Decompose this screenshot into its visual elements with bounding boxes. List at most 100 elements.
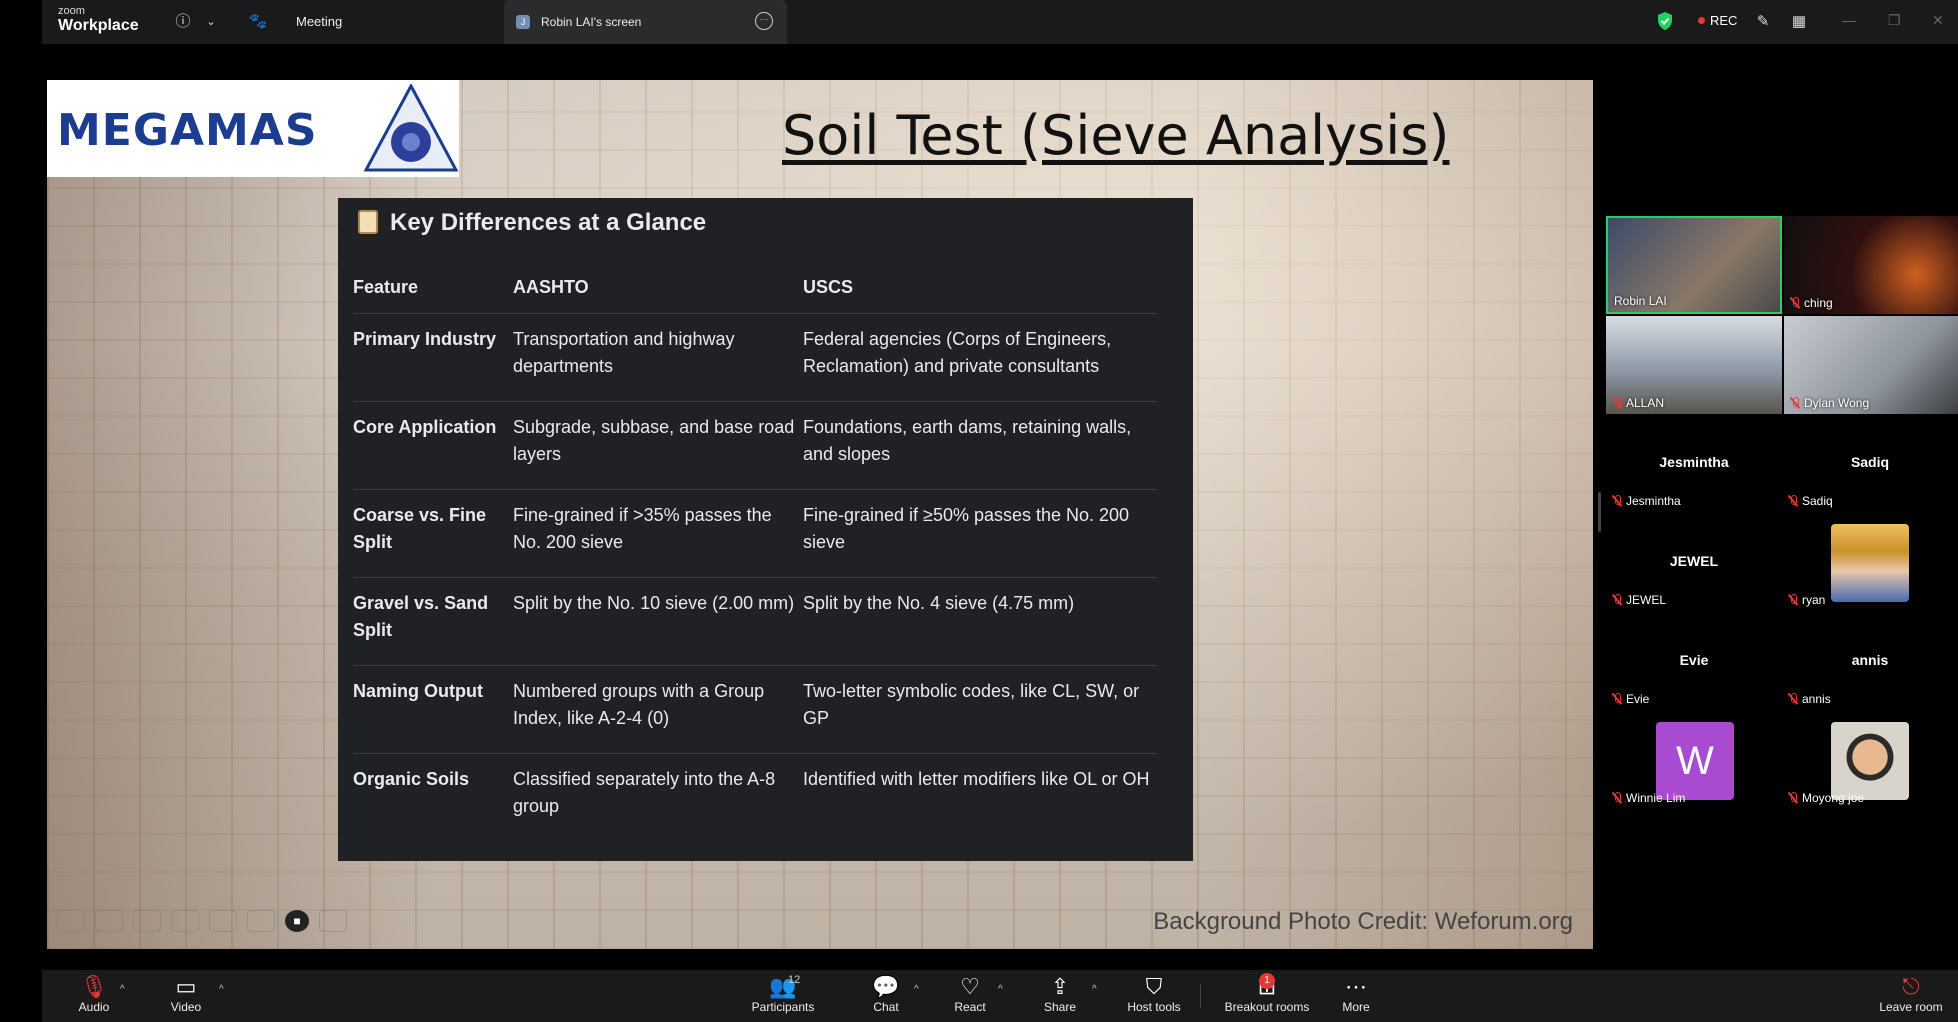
table-row: Gravel vs. Sand Split Split by the No. 1… xyxy=(353,578,1156,666)
react-options-caret[interactable]: ^ xyxy=(998,984,1003,995)
more-options-icon[interactable]: ··· xyxy=(755,12,773,30)
brand-name: Workplace xyxy=(58,17,139,34)
breakout-badge: 1 xyxy=(1259,973,1275,989)
photo-credit: Background Photo Credit: Weforum.org xyxy=(1153,908,1573,935)
comparison-table-card: Key Differences at a Glance Feature AASH… xyxy=(338,198,1193,861)
meeting-label[interactable]: Meeting xyxy=(296,14,342,29)
mic-muted-icon xyxy=(1788,792,1798,804)
aashto-cell: Classified separately into the A-8 group xyxy=(513,769,776,816)
table-header-row: Feature AASHTO USCS xyxy=(353,258,1156,314)
leave-door-icon: ⎋ xyxy=(1902,974,1920,999)
leave-room-button[interactable]: ⎋ Leave room xyxy=(1868,974,1954,1014)
share-label: Share xyxy=(1043,1000,1077,1014)
participant-tile[interactable]: ALLAN xyxy=(1606,316,1782,414)
recording-indicator[interactable]: REC xyxy=(1698,13,1737,28)
participant-name: annis xyxy=(1802,692,1831,706)
participant-name: Robin LAI xyxy=(1614,294,1667,308)
annotation-tool[interactable] xyxy=(209,910,237,932)
annotation-tool[interactable] xyxy=(319,910,347,932)
participant-tile[interactable]: Robin LAI xyxy=(1606,216,1782,314)
feature-cell: Core Application xyxy=(353,417,497,437)
mic-muted-icon xyxy=(1612,397,1622,409)
more-dots-icon: ⋯ xyxy=(1345,974,1367,999)
participant-tile[interactable]: ching xyxy=(1784,216,1958,314)
host-tools-button[interactable]: ⛉ Host tools xyxy=(1108,974,1200,1014)
participant-name: Jesmintha xyxy=(1626,494,1681,508)
participant-tile[interactable]: Dylan Wong xyxy=(1784,316,1958,414)
annotation-tool[interactable] xyxy=(133,910,161,932)
table-heading: Key Differences at a Glance xyxy=(358,209,706,237)
share-options-caret[interactable]: ^ xyxy=(1092,984,1097,995)
video-label: Video xyxy=(170,1000,202,1014)
chat-label: Chat xyxy=(873,1000,899,1014)
annotation-tool[interactable] xyxy=(57,910,85,932)
meeting-paw-icon: 🐾 xyxy=(248,13,268,30)
table-row: Organic Soils Classified separately into… xyxy=(353,754,1156,842)
top-bar: zoom Workplace ⓘ ⌄ 🐾 Meeting J Robin LAI… xyxy=(42,0,1958,44)
table-row: Primary Industry Transportation and high… xyxy=(353,314,1156,402)
leave-label: Leave room xyxy=(1879,1000,1943,1014)
feature-cell: Gravel vs. Sand Split xyxy=(353,593,489,640)
participant-label: Sadiq xyxy=(1850,454,1890,470)
comparison-table: Feature AASHTO USCS Primary Industry Tra… xyxy=(353,258,1156,842)
shared-screen-tab[interactable]: J Robin LAI's screen ··· xyxy=(504,0,787,44)
uscs-cell: Identified with letter modifiers like OL… xyxy=(803,769,1150,789)
annotation-tool[interactable] xyxy=(95,910,123,932)
share-screen-icon: ⇪ xyxy=(1050,974,1070,999)
chevron-down-icon[interactable]: ⌄ xyxy=(201,12,221,32)
host-shield-icon: ⛉ xyxy=(1145,974,1163,999)
more-button[interactable]: ⋯ More xyxy=(1316,974,1396,1014)
participant-name: JEWEL xyxy=(1626,593,1667,607)
aashto-cell: Fine-grained if >35% passes the No. 200 … xyxy=(513,505,772,552)
minimize-button[interactable]: — xyxy=(1842,12,1856,28)
participant-label: Jesmintha xyxy=(1659,454,1729,470)
annotation-toolbar: ■ xyxy=(57,910,347,932)
mic-muted-icon xyxy=(1612,693,1622,705)
aashto-cell: Split by the No. 10 sieve (2.00 mm) xyxy=(513,593,795,613)
camera-icon[interactable]: ■ xyxy=(285,910,309,932)
participant-label: Evie xyxy=(1679,652,1709,668)
maximize-button[interactable]: ❐ xyxy=(1888,12,1901,29)
uscs-cell: Federal agencies (Corps of Engineers, Re… xyxy=(803,329,1112,376)
feature-cell: Coarse vs. Fine Split xyxy=(353,505,487,552)
close-button[interactable]: ✕ xyxy=(1932,12,1944,29)
participants-icon: 👥 xyxy=(769,974,797,999)
video-camera-icon: ▭ xyxy=(175,974,197,999)
slide-title: Soil Test (Sieve Analysis) xyxy=(782,104,1450,167)
brand-small: zoom xyxy=(58,5,85,17)
participant-name: Winnie Lim xyxy=(1626,791,1686,805)
annotate-pen-icon[interactable]: ✎ xyxy=(1753,12,1773,32)
meeting-info-icon[interactable]: ⓘ xyxy=(173,12,193,32)
annotation-tool[interactable] xyxy=(247,910,275,932)
company-logo: MEGAMAS xyxy=(47,80,459,177)
breakout-rooms-button[interactable]: ⊞1Breakout rooms xyxy=(1212,973,1322,1014)
annotation-tool[interactable] xyxy=(171,910,199,932)
toolbar-divider xyxy=(1200,984,1201,1008)
mic-muted-icon xyxy=(1612,792,1622,804)
participant-name: Moyong joe xyxy=(1802,791,1865,805)
video-options-caret[interactable]: ^ xyxy=(219,984,224,995)
table-row: Core Application Subgrade, subbase, and … xyxy=(353,402,1156,490)
participants-button[interactable]: 👥 12 Participants xyxy=(736,974,830,1014)
participant-avatar xyxy=(1831,722,1909,800)
clipboard-icon xyxy=(358,210,378,234)
participant-name: Evie xyxy=(1626,692,1650,706)
chat-options-caret[interactable]: ^ xyxy=(914,984,919,995)
view-layout-icon[interactable]: ▦ xyxy=(1789,12,1809,32)
panel-resize-handle[interactable] xyxy=(1598,492,1601,532)
table-heading-text: Key Differences at a Glance xyxy=(390,209,707,236)
audio-options-caret[interactable]: ^ xyxy=(120,984,125,995)
column-header: AASHTO xyxy=(513,277,589,297)
shared-screen-content: MEGAMAS Soil Test (Sieve Analysis) Key D… xyxy=(47,80,1593,949)
react-label: React xyxy=(954,1000,986,1014)
table-row: Naming Output Numbered groups with a Gro… xyxy=(353,666,1156,754)
participant-label: JEWEL xyxy=(1669,553,1719,569)
breakout-label: Breakout rooms xyxy=(1224,1000,1310,1014)
mic-muted-icon xyxy=(1612,594,1622,606)
feature-cell: Primary Industry xyxy=(353,329,497,349)
video-button[interactable]: ▭ Video xyxy=(146,974,226,1014)
participants-count: 12 xyxy=(788,974,801,986)
participant-label: annis xyxy=(1851,652,1889,668)
security-shield-icon[interactable] xyxy=(1656,11,1674,31)
share-button[interactable]: ⇪ Share xyxy=(1020,974,1100,1014)
